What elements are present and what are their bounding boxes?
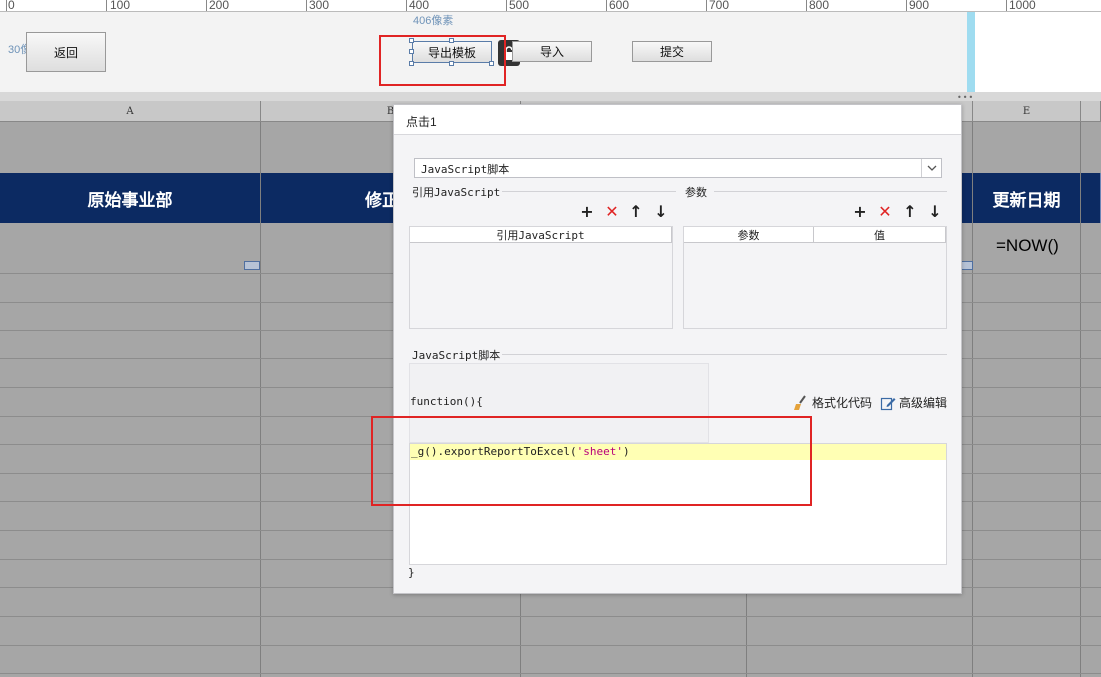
dialog-title: 点击1 [394, 105, 961, 135]
params-group-label: 参数 [685, 186, 707, 199]
column-header-e[interactable]: E [973, 101, 1081, 122]
ruler-number: 500 [509, 0, 530, 12]
width-label: 406像素 [413, 15, 454, 27]
column-header-a[interactable]: A [0, 101, 261, 122]
ruler-number: 700 [709, 0, 730, 12]
canvas-outside [975, 12, 1101, 92]
pane-splitter[interactable] [0, 92, 1101, 101]
ref-js-table[interactable]: 引用JavaScript [409, 226, 673, 329]
js-script-group-label: JavaScript脚本 [412, 349, 501, 362]
chevron-down-icon[interactable] [921, 159, 941, 177]
submit-button[interactable]: 提交 [632, 41, 712, 62]
arrow-down-icon[interactable]: ↓ [652, 202, 670, 221]
canvas-edge [967, 12, 975, 92]
advanced-edit-link[interactable]: 高级编辑 [880, 394, 947, 411]
ref-js-column-header[interactable]: 引用JavaScript [410, 227, 672, 243]
script-type-select[interactable]: JavaScript脚本 [414, 158, 942, 178]
advanced-edit-label[interactable]: 高级编辑 [899, 394, 947, 411]
ruler-number: 800 [809, 0, 830, 12]
delete-icon[interactable]: ✕ [876, 202, 894, 221]
ruler-number: 300 [309, 0, 330, 12]
header-cell-update-date[interactable]: 更新日期 [973, 173, 1081, 223]
cell-widget[interactable] [244, 261, 260, 270]
event-dialog: 点击1 JavaScript脚本 引用JavaScript 参数 + ✕ ↑ ↓… [393, 104, 962, 594]
ruler-number: 100 [110, 0, 131, 12]
plus-icon[interactable]: + [578, 202, 596, 221]
plus-icon[interactable]: + [851, 202, 869, 221]
column-header-f[interactable] [1081, 101, 1101, 122]
broom-icon [794, 394, 806, 410]
function-open-text: function(){ [410, 395, 483, 408]
formula-cell[interactable]: =NOW() [996, 236, 1059, 256]
ruler-number: 200 [209, 0, 230, 12]
ruler-number: 900 [909, 0, 930, 12]
header-cell-original-dept[interactable]: 原始事业部 [0, 173, 261, 223]
header-cell-extra[interactable] [1081, 173, 1101, 223]
script-type-value: JavaScript脚本 [421, 163, 510, 176]
ruler-number: 0 [8, 0, 15, 12]
param-column-header[interactable]: 参数 [684, 227, 814, 243]
function-close-text: } [408, 566, 415, 579]
horizontal-ruler: 0 100 200 300 400 500 600 700 800 900 10… [0, 0, 1101, 12]
params-table[interactable]: 参数 值 [683, 226, 947, 329]
import-button[interactable]: 导入 [512, 41, 592, 62]
arrow-up-icon[interactable]: ↑ [627, 202, 645, 221]
arrow-up-icon[interactable]: ↑ [901, 202, 919, 221]
highlight-export-button [379, 35, 506, 86]
highlight-code-line [371, 416, 812, 506]
format-code-label[interactable]: 格式化代码 [812, 394, 872, 411]
back-button[interactable]: 返回 [26, 32, 106, 72]
ruler-number: 600 [609, 0, 630, 12]
ruler-number: 1000 [1009, 0, 1036, 12]
value-column-header[interactable]: 值 [814, 227, 946, 243]
ref-js-group-label: 引用JavaScript [412, 186, 501, 199]
ruler-number: 400 [409, 0, 430, 12]
edit-icon [880, 397, 896, 410]
arrow-down-icon[interactable]: ↓ [926, 202, 944, 221]
delete-icon[interactable]: ✕ [603, 202, 621, 221]
format-code-link[interactable]: 格式化代码 [793, 394, 872, 411]
